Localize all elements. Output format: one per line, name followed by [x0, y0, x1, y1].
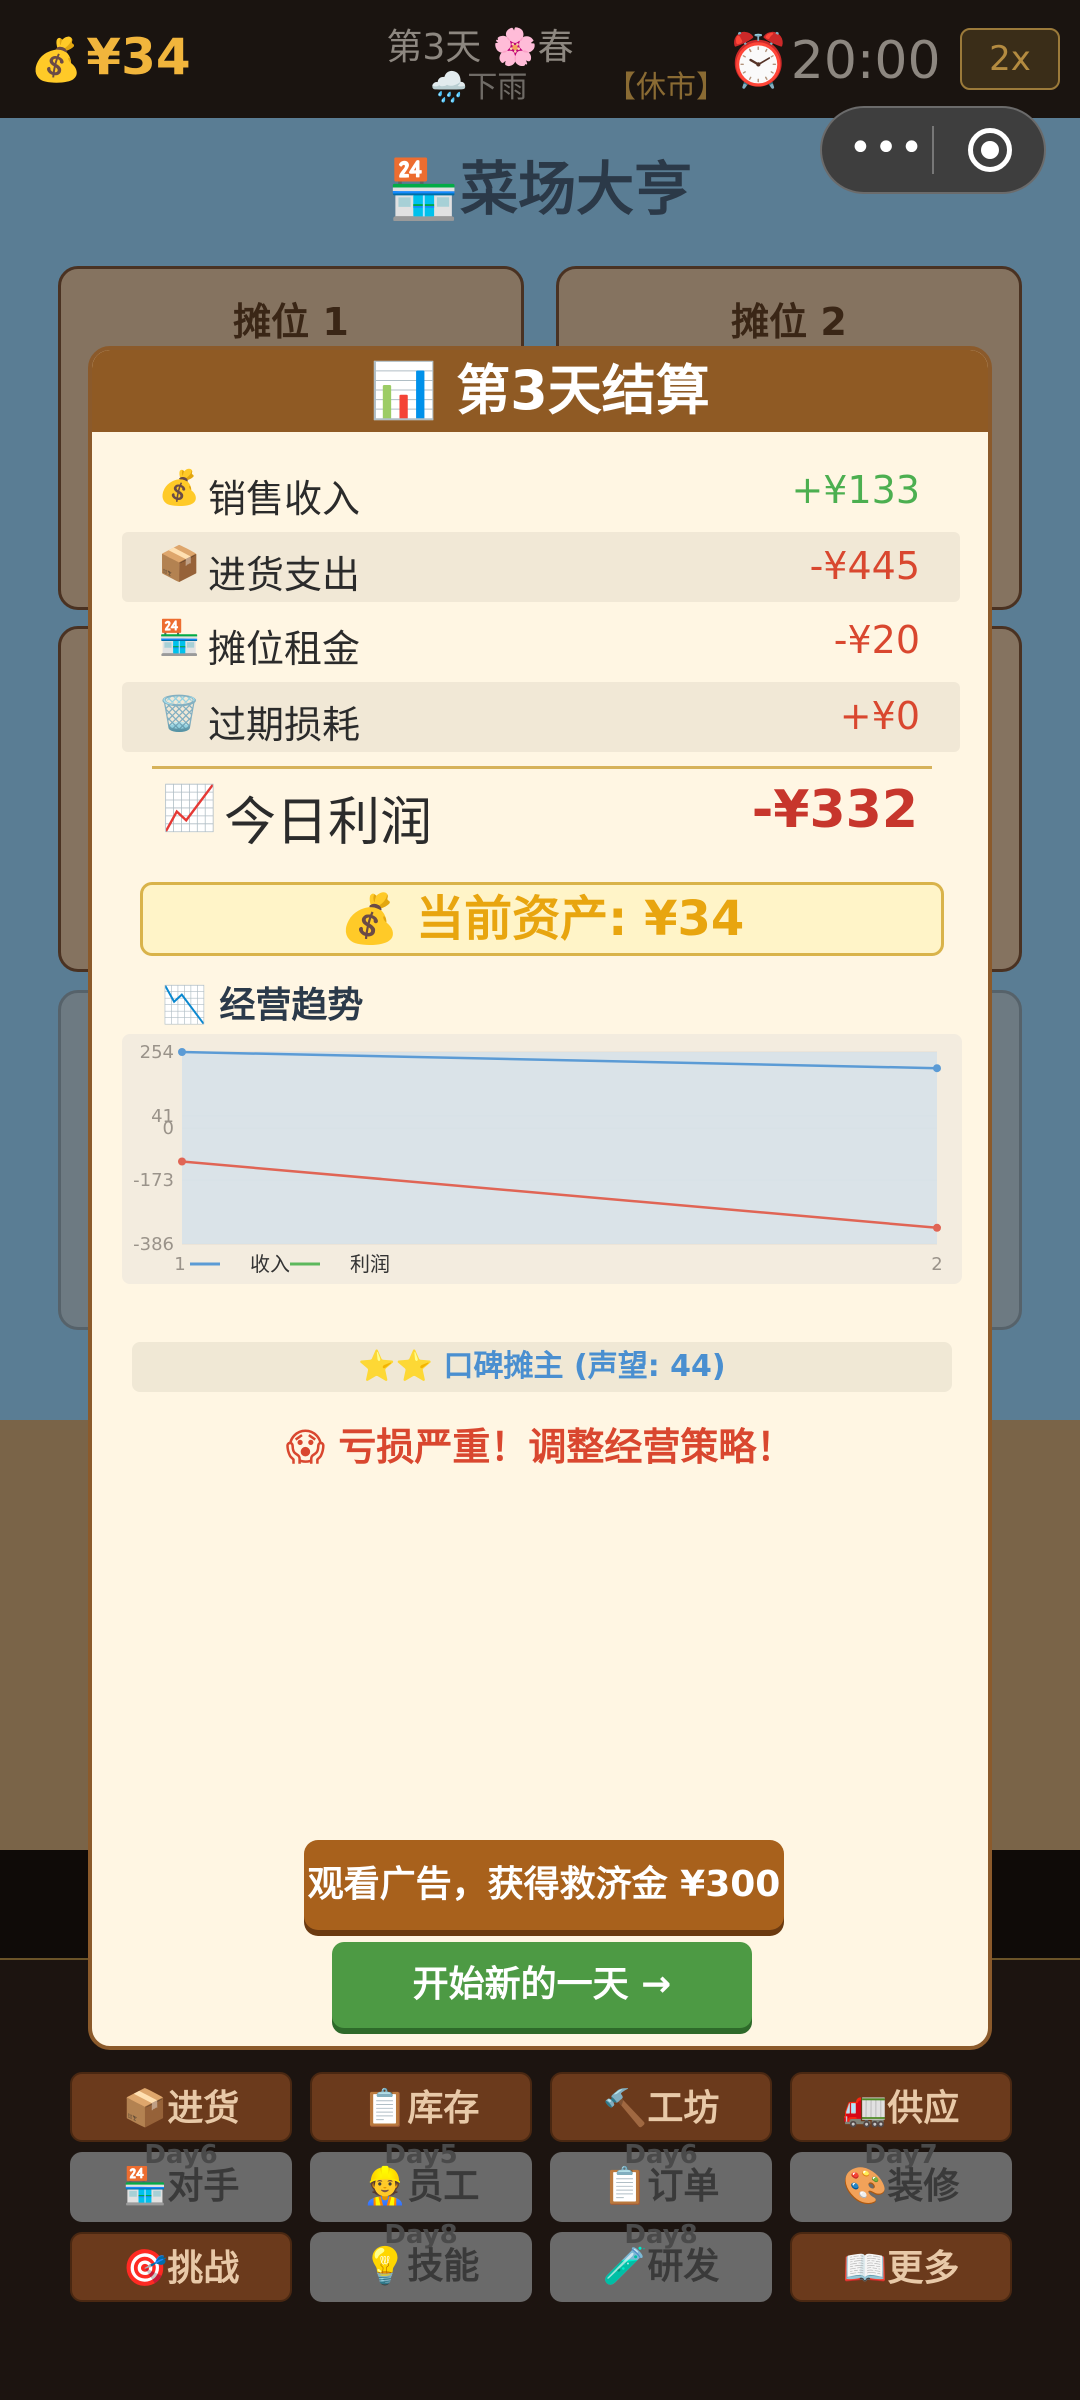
chart-up-icon: 📈 — [162, 783, 217, 834]
trash-icon: 🗑️ — [158, 694, 201, 734]
menu-label: 📦进货 — [122, 2088, 240, 2129]
modal-title: 📊 第3天结算 — [92, 350, 988, 432]
divider — [152, 766, 932, 769]
stat-value: -¥445 — [809, 544, 920, 588]
loss-warning: 😱 亏损严重！调整经营策略！ — [285, 1425, 795, 1469]
menu-label: 📋订单 — [602, 2166, 720, 2207]
stat-row-purchase: 📦 进货支出 -¥445 — [122, 532, 960, 602]
menu-button-more[interactable]: 📖更多 — [790, 2232, 1012, 2302]
menu-button-decor[interactable]: Day7 🎨装修 — [790, 2140, 1012, 2222]
stat-value: +¥0 — [839, 694, 920, 738]
stat-row-sales: 💰 销售收入 +¥133 — [122, 456, 960, 526]
menu-button-supply[interactable]: 🚛供应 — [790, 2072, 1012, 2142]
stall-label: 摊位 1 — [233, 300, 349, 344]
legend-label: 利润 — [350, 1252, 390, 1276]
settlement-modal: 📊 第3天结算 💰 销售收入 +¥133 📦 进货支出 -¥445 🏪 摊位租金… — [88, 346, 992, 2050]
y-tick-label: 254 — [140, 1042, 174, 1063]
menu-label: 📖更多 — [842, 2248, 960, 2289]
current-assets: 💰 当前资产: ¥34 — [140, 882, 944, 956]
x-tick-label: 2 — [931, 1254, 942, 1275]
stat-row-rent: 🏪 摊位租金 -¥20 — [122, 606, 960, 676]
menu-button-orders[interactable]: Day6 📋订单 — [550, 2140, 772, 2222]
y-tick-label: -386 — [133, 1234, 174, 1255]
speed-button[interactable]: 2x — [960, 28, 1060, 90]
profit-value: -¥332 — [751, 780, 918, 840]
legend-label: 收入 — [250, 1252, 290, 1276]
menu-label: 💡技能 — [362, 2246, 480, 2287]
data-point — [933, 1064, 941, 1073]
menu-button-skills[interactable]: Day8 💡技能 — [310, 2220, 532, 2302]
menu-button-research[interactable]: Day8 🧪研发 — [550, 2220, 772, 2302]
menu-button-staff[interactable]: Day5 👷员工 — [310, 2140, 532, 2222]
menu-label: 👷员工 — [362, 2166, 480, 2207]
menu-button-stock[interactable]: 📦进货 — [70, 2072, 292, 2142]
menu-label: 🔨工坊 — [602, 2088, 720, 2129]
menu-button-challenge[interactable]: 🎯挑战 — [70, 2232, 292, 2302]
data-point — [178, 1048, 186, 1056]
store-icon: 🏪 — [158, 618, 201, 658]
menu-label: 🧪研发 — [602, 2246, 720, 2287]
menu-label: 🎯挑战 — [122, 2248, 240, 2289]
stall-label: 摊位 2 — [731, 300, 847, 344]
weather: 🌧️下雨 — [430, 70, 528, 105]
market-status: 【休市】 — [606, 70, 726, 105]
stat-label: 过期损耗 — [208, 703, 361, 747]
stat-label: 摊位租金 — [208, 627, 361, 671]
stat-label: 进货支出 — [208, 553, 361, 597]
menu-label: 📋库存 — [362, 2088, 480, 2129]
trend-chart: 254410-173-3861 2收入 利润 — [122, 1034, 962, 1284]
chart-area-fill — [182, 1052, 937, 1244]
stat-value: +¥133 — [791, 468, 920, 512]
money-bag-icon: 💰 — [158, 468, 201, 508]
y-tick-label: -173 — [133, 1170, 174, 1191]
game-clock: ⏰20:00 — [726, 31, 941, 91]
stat-row-spoilage: 🗑️ 过期损耗 +¥0 — [122, 682, 960, 752]
menu-button-workshop[interactable]: 🔨工坊 — [550, 2072, 772, 2142]
x-tick-label: 1 — [174, 1254, 185, 1275]
data-point — [933, 1223, 941, 1232]
menu-label: 🎨装修 — [842, 2166, 960, 2207]
watch-ad-button[interactable]: 观看广告，获得救济金 ¥300 — [304, 1840, 784, 1930]
game-title: 🏪菜场大亨 — [387, 155, 693, 223]
menu-label: 🏪对手 — [122, 2166, 240, 2207]
y-tick-label: 0 — [163, 1118, 174, 1139]
reputation-badge: ⭐⭐ 口碑摊主 (声望: 44) — [132, 1342, 952, 1392]
profit-label: 今日利润 — [224, 793, 433, 853]
start-new-day-button[interactable]: 开始新的一天 → — [332, 1942, 752, 2028]
top-status-bar: 💰¥34 第3天 🌸春 🌧️下雨 【休市】 ⏰20:00 2x — [0, 0, 1080, 118]
menu-label: 🚛供应 — [842, 2088, 960, 2129]
package-icon: 📦 — [158, 544, 201, 584]
stat-value: -¥20 — [833, 618, 920, 662]
data-point — [178, 1157, 186, 1166]
stat-label: 销售收入 — [208, 477, 361, 521]
menu-button-rival[interactable]: Day6 🏪对手 — [70, 2140, 292, 2222]
menu-button-inventory[interactable]: 📋库存 — [310, 2072, 532, 2142]
trend-title: 📉 经营趋势 — [162, 985, 364, 1026]
